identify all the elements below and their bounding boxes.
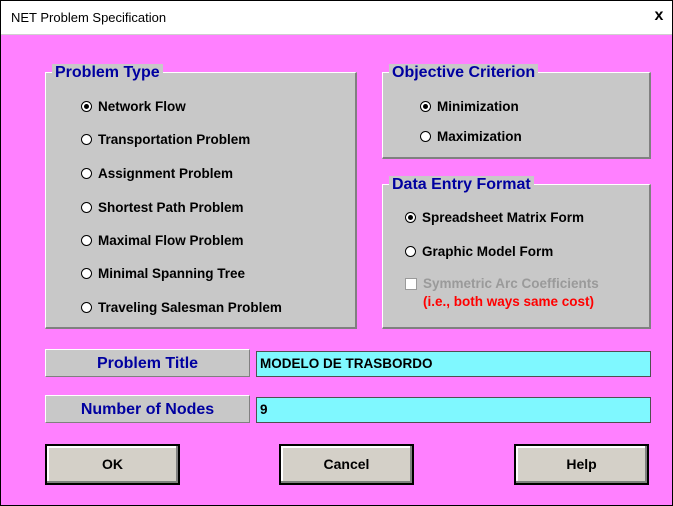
radio-unchecked-icon <box>405 245 416 257</box>
data-entry-format-title: Data Entry Format <box>389 176 534 194</box>
window-title: NET Problem Specification <box>11 10 167 25</box>
radio-checked-icon <box>81 100 92 112</box>
radio-spreadsheet-matrix-form[interactable]: Spreadsheet Matrix Form <box>405 208 584 226</box>
radio-label: Shortest Path Problem <box>98 199 244 215</box>
symmetric-arc-label: Symmetric Arc Coefficients <box>423 276 599 291</box>
close-icon: x <box>654 7 664 24</box>
close-button[interactable]: x <box>650 7 668 25</box>
checkbox-box-icon <box>405 277 417 290</box>
cancel-button[interactable]: Cancel <box>279 444 414 485</box>
problem-type-group: Problem Type Network Flow Transportation… <box>45 64 357 329</box>
radio-checked-icon <box>420 100 431 112</box>
radio-network-flow[interactable]: Network Flow <box>81 97 186 115</box>
ok-button[interactable]: OK <box>45 444 180 485</box>
radio-label: Maximal Flow Problem <box>98 232 244 248</box>
radio-unchecked-icon <box>81 267 92 279</box>
dialog-window: NET Problem Specification x Problem Type… <box>0 0 673 506</box>
objective-criterion-group: Objective Criterion Minimization Maximiz… <box>382 64 651 159</box>
radio-traveling-salesman-problem[interactable]: Traveling Salesman Problem <box>81 298 282 316</box>
radio-maximal-flow-problem[interactable]: Maximal Flow Problem <box>81 231 244 249</box>
radio-shortest-path-problem[interactable]: Shortest Path Problem <box>81 198 244 216</box>
radio-minimal-spanning-tree[interactable]: Minimal Spanning Tree <box>81 264 245 282</box>
radio-unchecked-icon <box>81 167 92 179</box>
symmetric-arc-note: (i.e., both ways same cost) <box>423 294 595 309</box>
number-of-nodes-input[interactable]: 9 <box>256 397 651 423</box>
radio-checked-icon <box>405 211 416 223</box>
radio-maximization[interactable]: Maximization <box>420 127 522 145</box>
radio-label: Assignment Problem <box>98 165 234 181</box>
problem-type-title: Problem Type <box>52 64 163 82</box>
radio-unchecked-icon <box>81 234 92 246</box>
title-bar: NET Problem Specification x <box>1 1 672 35</box>
radio-label: Graphic Model Form <box>422 243 554 259</box>
radio-assignment-problem[interactable]: Assignment Problem <box>81 164 233 182</box>
radio-graphic-model-form[interactable]: Graphic Model Form <box>405 242 553 260</box>
symmetric-arc-checkbox[interactable]: Symmetric Arc Coefficients <box>405 276 599 291</box>
radio-minimization[interactable]: Minimization <box>420 97 519 115</box>
radio-label: Traveling Salesman Problem <box>98 299 282 315</box>
radio-unchecked-icon <box>420 130 431 142</box>
radio-transportation-problem[interactable]: Transportation Problem <box>81 130 250 148</box>
problem-title-input[interactable]: MODELO DE TRASBORDO <box>256 351 651 377</box>
radio-label: Minimization <box>437 98 519 114</box>
radio-unchecked-icon <box>81 201 92 213</box>
number-of-nodes-label: Number of Nodes <box>45 395 250 423</box>
radio-label: Spreadsheet Matrix Form <box>422 209 585 225</box>
radio-unchecked-icon <box>81 133 92 145</box>
radio-unchecked-icon <box>81 301 92 313</box>
help-button[interactable]: Help <box>514 444 649 485</box>
radio-label: Maximization <box>437 128 522 144</box>
radio-label: Minimal Spanning Tree <box>98 265 246 281</box>
problem-title-label: Problem Title <box>45 349 250 377</box>
data-entry-format-group: Data Entry Format Spreadsheet Matrix For… <box>382 176 651 329</box>
radio-label: Network Flow <box>98 98 186 114</box>
radio-label: Transportation Problem <box>98 131 251 147</box>
objective-criterion-title: Objective Criterion <box>389 64 539 82</box>
